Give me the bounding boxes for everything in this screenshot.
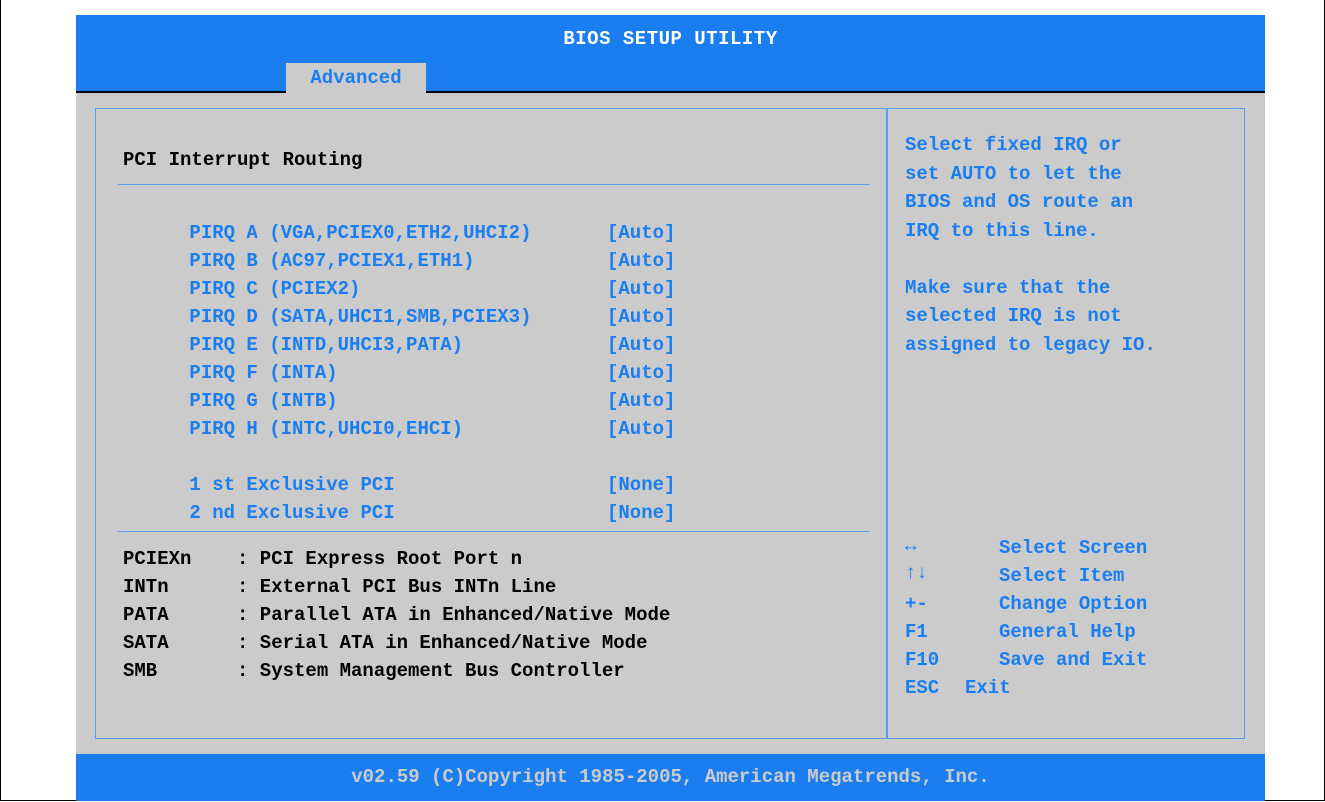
legend-desc: : External PCI Bus INTn Line <box>237 576 557 598</box>
legend-item: PCIEXn : PCI Express Root Port n <box>123 548 522 570</box>
up-down-arrow-icon: ↑↓ <box>905 562 928 584</box>
legend-desc: : PCI Express Root Port n <box>237 548 523 570</box>
legend-item: SMB : System Management Bus Controller <box>123 660 625 682</box>
help-panel: Select fixed IRQ or set AUTO to let the … <box>887 108 1245 739</box>
legend-term: PATA <box>123 604 169 626</box>
option-2nd-exclusive-pci[interactable]: 2 nd Exclusive PCI [None] <box>121 480 675 546</box>
key-action-change-option: Change Option <box>999 593 1148 615</box>
tab-bar: Advanced <box>76 55 1265 93</box>
key-action-general-help: General Help <box>999 621 1136 643</box>
legend-term: PCIEXn <box>123 548 192 570</box>
option-value[interactable]: [Auto] <box>607 222 675 244</box>
tab-advanced[interactable]: Advanced <box>286 63 426 93</box>
legend-term: INTn <box>123 576 169 598</box>
option-value[interactable]: [Auto] <box>607 250 675 272</box>
option-value[interactable]: [Auto] <box>607 278 675 300</box>
legend-item: PATA : Parallel ATA in Enhanced/Native Mo… <box>123 604 670 626</box>
legend-term: SATA <box>123 632 169 654</box>
option-label: 2 nd Exclusive PCI <box>189 502 395 524</box>
option-value[interactable]: [None] <box>607 474 675 496</box>
option-value[interactable]: [None] <box>607 502 675 524</box>
option-value[interactable]: [Auto] <box>607 334 675 356</box>
left-right-arrow-icon: ↔ <box>905 535 917 557</box>
legend-item: INTn : External PCI Bus INTn Line <box>123 576 556 598</box>
legend-term: SMB <box>123 660 158 682</box>
legend-item: SATA : Serial ATA in Enhanced/Native Mode <box>123 632 647 654</box>
copyright-text: v02.59 (C)Copyright 1985-2005, American … <box>351 766 990 788</box>
help-text: Select fixed IRQ or set AUTO to let the … <box>905 134 1156 356</box>
key-action-select-item: Select Item <box>999 565 1125 587</box>
main-area: PCI Interrupt Routing PIRQ A (VGA,PCIEX0… <box>76 93 1265 754</box>
option-label: PIRQ H (INTC,UHCI0,EHCI) <box>189 418 464 440</box>
app-title: BIOS SETUP UTILITY <box>563 28 778 50</box>
legend-desc: : Parallel ATA in Enhanced/Native Mode <box>237 604 671 626</box>
divider <box>118 531 870 532</box>
key-plus-minus: +- <box>905 593 928 615</box>
option-value[interactable]: [Auto] <box>607 390 675 412</box>
key-action-select-screen: Select Screen <box>999 537 1148 559</box>
key-esc: ESC <box>905 677 940 699</box>
option-value[interactable]: [Auto] <box>607 306 675 328</box>
section-title: PCI Interrupt Routing <box>123 149 363 171</box>
settings-panel: PCI Interrupt Routing PIRQ A (VGA,PCIEX0… <box>95 108 887 739</box>
divider <box>118 184 870 185</box>
option-value[interactable]: [Auto] <box>607 418 675 440</box>
footer-bar: v02.59 (C)Copyright 1985-2005, American … <box>76 754 1265 801</box>
legend-desc: : Serial ATA in Enhanced/Native Mode <box>237 632 648 654</box>
key-action-save-and-exit: Save and Exit <box>999 649 1148 671</box>
option-value[interactable]: [Auto] <box>607 362 675 384</box>
legend-desc: : System Management Bus Controller <box>237 660 625 682</box>
key-f1: F1 <box>905 621 928 643</box>
key-f10: F10 <box>905 649 940 671</box>
key-action-exit: Exit <box>965 677 1011 699</box>
